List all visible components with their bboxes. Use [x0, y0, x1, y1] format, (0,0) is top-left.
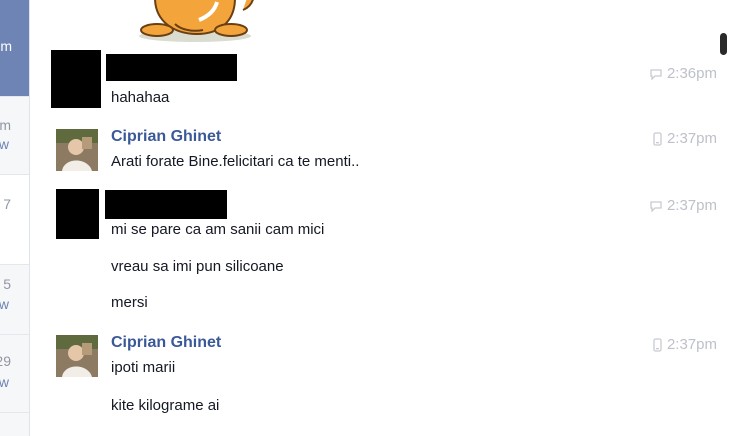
conversation-time-text: w: [0, 374, 9, 390]
redacted-avatar: [51, 50, 101, 108]
message-timestamp: 2:36pm: [650, 65, 717, 82]
conversation-preview-text: 5: [3, 276, 11, 292]
redacted-sender-name: [105, 190, 227, 219]
redacted-sender-name: [106, 54, 237, 81]
cat-sticker-image: [139, 0, 254, 42]
sender-name-link[interactable]: Ciprian Ghinet: [111, 128, 221, 146]
conversation-list-item[interactable]: 5 w: [0, 265, 29, 335]
profile-photo-image: [56, 335, 98, 377]
conversation-list-item[interactable]: 7: [0, 175, 29, 265]
profile-photo-image: [56, 129, 98, 171]
sender-avatar[interactable]: [56, 129, 98, 171]
thread-scrollbar[interactable]: [717, 0, 731, 436]
chat-bubble-icon: [650, 200, 662, 212]
timestamp-text: 2:36pm: [666, 65, 717, 82]
timestamp-text: 2:37pm: [666, 336, 717, 353]
message-text: vreau sa imi pun silicoane: [111, 258, 284, 275]
conversation-list-item[interactable]: [0, 413, 29, 436]
message-timestamp: 2:37pm: [653, 336, 717, 353]
message-text: mersi: [111, 294, 148, 311]
message-group: Ciprian Ghinet Arati forate Bine.felicit…: [31, 124, 717, 178]
conversation-list-item[interactable]: m: [0, 0, 29, 97]
message-text: kite kilograme ai: [111, 397, 220, 414]
conversation-list-item[interactable]: 29 w: [0, 335, 29, 413]
scrollbar-thumb[interactable]: [720, 33, 727, 55]
conversation-time-text: w: [0, 296, 9, 312]
message-group: Ciprian Ghinet ipoti marii kite kilogram…: [31, 330, 717, 430]
mobile-phone-icon: [653, 132, 662, 146]
sender-name-link[interactable]: Ciprian Ghinet: [111, 334, 221, 352]
mobile-phone-icon: [653, 338, 662, 352]
timestamp-text: 2:37pm: [666, 197, 717, 214]
message-group: mi se pare ca am sanii cam mici vreau sa…: [31, 188, 717, 316]
redacted-avatar: [56, 189, 99, 239]
chat-bubble-icon: [650, 68, 662, 80]
conversation-preview-text: 7: [3, 196, 11, 212]
timestamp-text: 2:37pm: [666, 130, 717, 147]
conversation-time-text: w: [0, 136, 9, 152]
message-timestamp: 2:37pm: [650, 197, 717, 214]
conversation-preview-text: m: [0, 38, 12, 54]
message-group: hahahaa 2:36pm: [31, 48, 717, 114]
message-timestamp: 2:37pm: [653, 130, 717, 147]
conversation-preview-text: m: [0, 117, 11, 133]
message-text: mi se pare ca am sanii cam mici: [111, 221, 325, 238]
message-text: hahahaa: [111, 89, 170, 106]
message-thread: hahahaa 2:36pm Ciprian Ghinet Arati fora…: [31, 0, 717, 436]
sender-avatar[interactable]: [56, 335, 98, 377]
conversation-list-sidebar: m m w 7 5 w 29 w: [0, 0, 30, 436]
message-text: ipoti marii: [111, 359, 176, 376]
conversation-list-item[interactable]: m w: [0, 97, 29, 175]
message-text: Arati forate Bine.felicitari ca te menti…: [111, 153, 360, 170]
conversation-preview-text: 29: [0, 353, 11, 369]
